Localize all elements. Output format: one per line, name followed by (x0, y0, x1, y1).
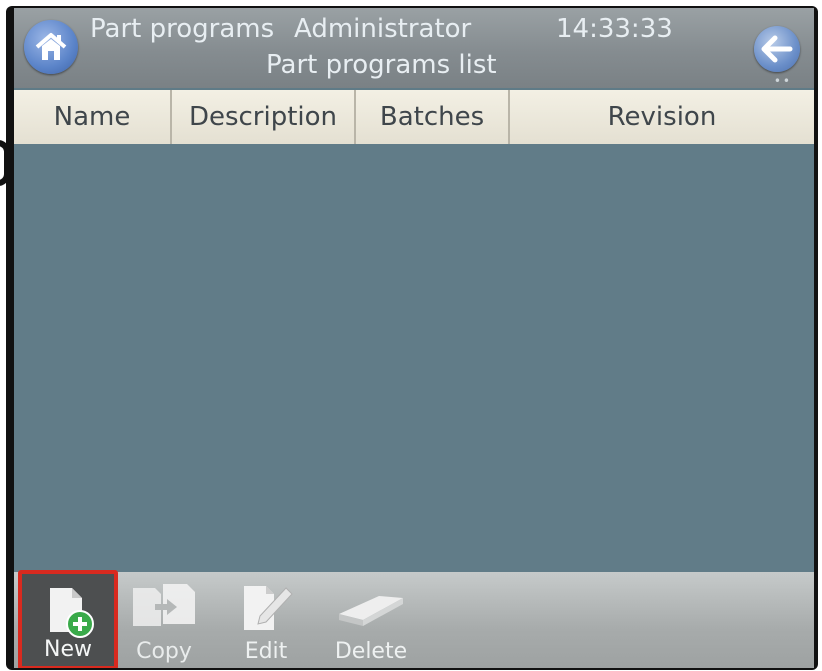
new-document-icon (50, 588, 94, 638)
back-dots-icon: •• (773, 74, 792, 88)
edit-label: Edit (244, 639, 288, 664)
delete-button[interactable]: Delete (326, 572, 416, 668)
eraser-icon (339, 596, 403, 626)
column-header-revision[interactable]: Revision (510, 90, 814, 144)
new-label: New (44, 637, 92, 662)
copy-icon (133, 584, 195, 626)
bottom-toolbar: New Copy Edit Delete (14, 570, 814, 668)
title-bar: Part programs Administrator 14:33:33 Par… (14, 8, 814, 88)
column-header-name[interactable]: Name (14, 90, 172, 144)
edit-button[interactable]: Edit (234, 572, 298, 668)
table-header: Name Description Batches Revision (14, 90, 814, 144)
part-programs-list[interactable] (14, 144, 814, 572)
home-button[interactable] (24, 20, 78, 74)
hmi-screen: Part programs Administrator 14:33:33 Par… (14, 8, 814, 668)
arrow-left-icon (761, 35, 793, 63)
clock: 14:33:33 (556, 14, 673, 44)
user-name: Administrator (294, 14, 472, 44)
callout-bracket (0, 140, 10, 186)
copy-button[interactable]: Copy (124, 572, 204, 668)
column-header-description[interactable]: Description (172, 90, 356, 144)
copy-label: Copy (136, 639, 192, 664)
home-icon (35, 33, 67, 60)
section-title: Part programs (90, 14, 275, 44)
edit-icon (244, 586, 293, 630)
column-header-batches[interactable]: Batches (356, 90, 510, 144)
new-button[interactable]: New (18, 570, 118, 668)
delete-label: Delete (334, 639, 408, 664)
back-button[interactable] (754, 26, 800, 72)
page-subtitle: Part programs list (266, 50, 497, 80)
